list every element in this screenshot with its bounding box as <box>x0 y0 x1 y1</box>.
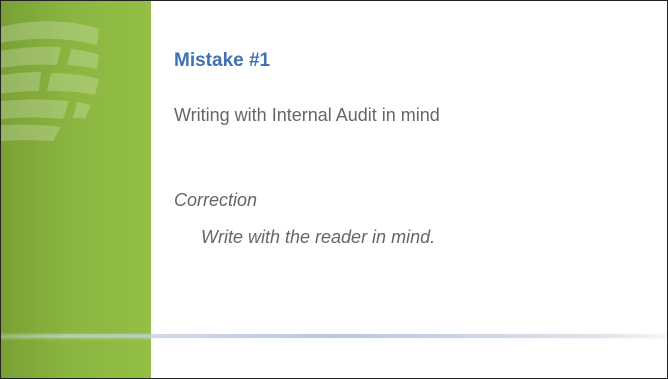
footer-divider <box>1 334 667 338</box>
correction-text: Write with the reader in mind. <box>201 227 436 247</box>
slide-title: Mistake #1 <box>174 50 271 71</box>
left-accent-band <box>1 1 151 378</box>
globe-logo-icon <box>1 21 99 141</box>
correction-label: Correction <box>174 190 258 210</box>
slide: Mistake #1 Writing with Internal Audit i… <box>0 0 668 379</box>
slide-body-text: Writing with Internal Audit in mind <box>174 105 440 125</box>
